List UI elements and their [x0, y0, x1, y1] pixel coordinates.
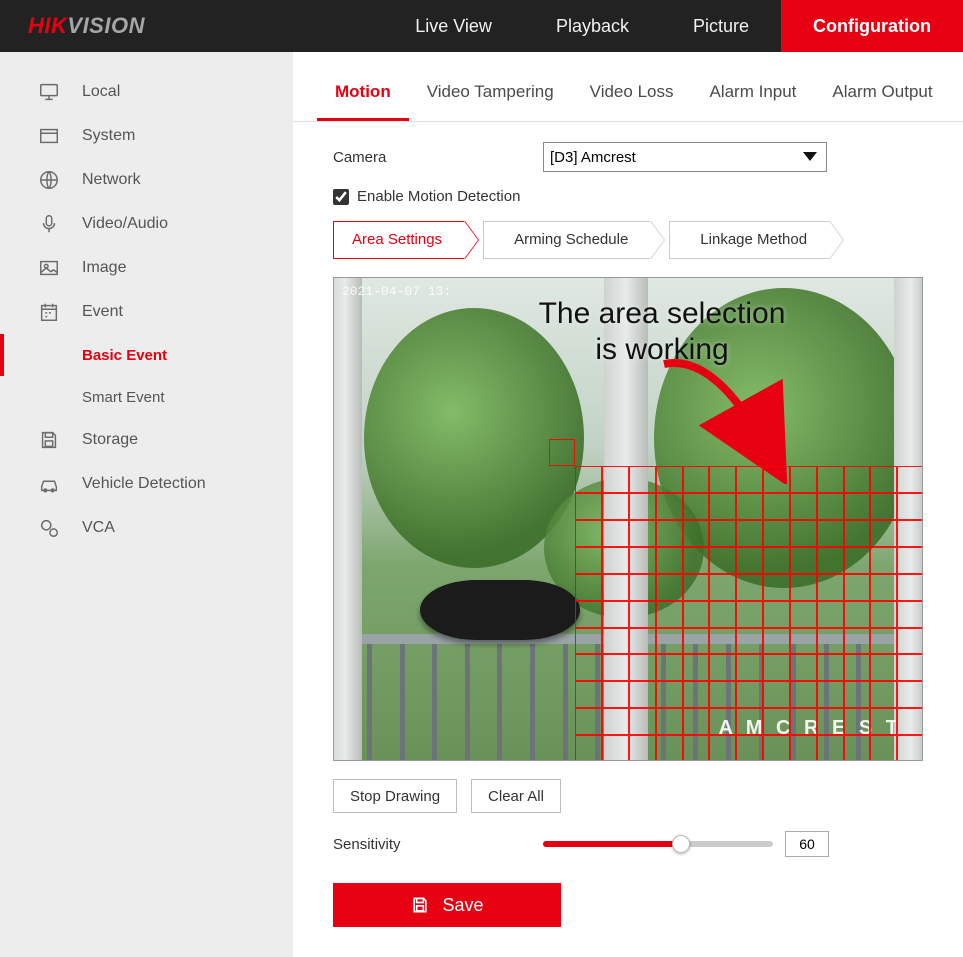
- sidebar-item-image[interactable]: Image: [0, 246, 293, 290]
- sidebar: Local System Network Video/Audio Image E…: [0, 52, 293, 957]
- subtab-video-tampering[interactable]: Video Tampering: [409, 64, 572, 121]
- sidebar-local-label: Local: [82, 83, 120, 101]
- arrow-icon: [654, 344, 794, 484]
- camera-row: Camera [D3] Amcrest: [333, 142, 923, 172]
- subtab-motion[interactable]: Motion: [317, 64, 409, 121]
- sidebar-item-storage[interactable]: Storage: [0, 418, 293, 462]
- globe-icon: [38, 169, 82, 191]
- enable-motion-checkbox[interactable]: [333, 189, 349, 205]
- camera-select-wrap: [D3] Amcrest: [543, 142, 827, 172]
- camera-brand-logo: A M C R E S T: [719, 717, 902, 740]
- topnav: Live View Playback Picture Configuration: [383, 0, 963, 52]
- slider-thumb[interactable]: [672, 835, 690, 853]
- save-button[interactable]: Save: [333, 883, 561, 927]
- sidebar-item-network[interactable]: Network: [0, 158, 293, 202]
- enable-motion-row[interactable]: Enable Motion Detection: [333, 188, 923, 205]
- vca-icon: [38, 517, 82, 539]
- sidebar-video-audio-label: Video/Audio: [82, 215, 168, 233]
- sensitivity-slider[interactable]: [543, 834, 773, 854]
- camera-preview[interactable]: 2021-04-07 13: The area selection is wor…: [333, 277, 923, 761]
- sensitivity-input[interactable]: [785, 831, 829, 857]
- enable-motion-label: Enable Motion Detection: [357, 188, 520, 205]
- annotation-line1: The area selection: [539, 297, 786, 330]
- stop-drawing-button[interactable]: Stop Drawing: [333, 779, 457, 813]
- sidebar-sub-basic-event[interactable]: Basic Event: [0, 334, 293, 376]
- save-label: Save: [442, 895, 483, 916]
- image-icon: [38, 257, 82, 279]
- sidebar-system-label: System: [82, 127, 135, 145]
- subtab-alarm-output[interactable]: Alarm Output: [814, 64, 950, 121]
- clear-all-button[interactable]: Clear All: [471, 779, 561, 813]
- step-area-settings[interactable]: Area Settings: [333, 221, 465, 259]
- nav-configuration[interactable]: Configuration: [781, 0, 963, 52]
- sidebar-event-label: Event: [82, 303, 123, 321]
- subtab-alarm-input[interactable]: Alarm Input: [691, 64, 814, 121]
- subtab-video-loss[interactable]: Video Loss: [572, 64, 692, 121]
- panel: Camera [D3] Amcrest Enable Motion Detect…: [293, 122, 963, 957]
- sidebar-item-vehicle-detection[interactable]: Vehicle Detection: [0, 462, 293, 506]
- topbar: HIKVISION Live View Playback Picture Con…: [0, 0, 963, 52]
- sidebar-item-local[interactable]: Local: [0, 70, 293, 114]
- drawing-buttons: Stop Drawing Clear All: [333, 779, 923, 813]
- sidebar-network-label: Network: [82, 171, 141, 189]
- logo-vision: VISION: [67, 13, 145, 38]
- car-icon: [38, 473, 82, 495]
- sidebar-storage-label: Storage: [82, 431, 138, 449]
- window-icon: [38, 125, 82, 147]
- step-linkage-method[interactable]: Linkage Method: [669, 221, 830, 259]
- sidebar-item-system[interactable]: System: [0, 114, 293, 158]
- sensitivity-label: Sensitivity: [333, 836, 543, 853]
- nav-picture[interactable]: Picture: [661, 0, 781, 52]
- mic-icon: [38, 213, 82, 235]
- save-icon: [38, 429, 82, 451]
- slider-fill: [543, 841, 681, 847]
- save-icon: [410, 895, 430, 915]
- sidebar-vca-label: VCA: [82, 519, 115, 537]
- sensitivity-row: Sensitivity: [333, 831, 923, 857]
- logo: HIKVISION: [0, 13, 173, 39]
- monitor-icon: [38, 81, 82, 103]
- content: Motion Video Tampering Video Loss Alarm …: [293, 52, 963, 957]
- sidebar-item-vca[interactable]: VCA: [0, 506, 293, 550]
- step-arming-schedule[interactable]: Arming Schedule: [483, 221, 651, 259]
- sidebar-item-event[interactable]: Event: [0, 290, 293, 334]
- sidebar-item-video-audio[interactable]: Video/Audio: [0, 202, 293, 246]
- sidebar-sub-smart-event[interactable]: Smart Event: [0, 376, 293, 418]
- subtabs: Motion Video Tampering Video Loss Alarm …: [293, 64, 963, 122]
- nav-playback[interactable]: Playback: [524, 0, 661, 52]
- main: Local System Network Video/Audio Image E…: [0, 52, 963, 957]
- calendar-icon: [38, 301, 82, 323]
- nav-live-view[interactable]: Live View: [383, 0, 524, 52]
- camera-select[interactable]: [D3] Amcrest: [543, 142, 827, 172]
- camera-label: Camera: [333, 149, 543, 166]
- logo-hik: HIK: [28, 13, 67, 38]
- sidebar-image-label: Image: [82, 259, 126, 277]
- step-tabs: Area Settings Arming Schedule Linkage Me…: [333, 221, 923, 259]
- sidebar-vehicle-label: Vehicle Detection: [82, 475, 206, 493]
